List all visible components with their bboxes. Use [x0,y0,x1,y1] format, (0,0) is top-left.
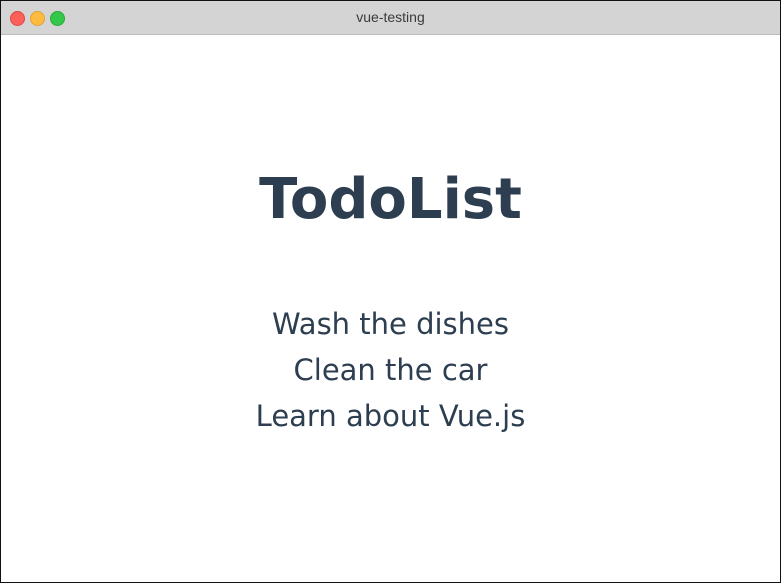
todolist-heading: TodoList [259,167,522,232]
todo-item: Wash the dishes [271,307,509,341]
todo-item: Clean the car [293,353,488,387]
window-titlebar[interactable]: vue-testing [1,1,780,35]
window-title: vue-testing [356,9,425,25]
todo-item: Learn about Vue.js [255,399,526,433]
app-window: vue-testing TodoList Wash the dishes Cle… [0,0,781,583]
app-content: TodoList Wash the dishes Clean the car L… [1,35,780,582]
todo-list: Wash the dishes Clean the car Learn abou… [1,301,780,439]
